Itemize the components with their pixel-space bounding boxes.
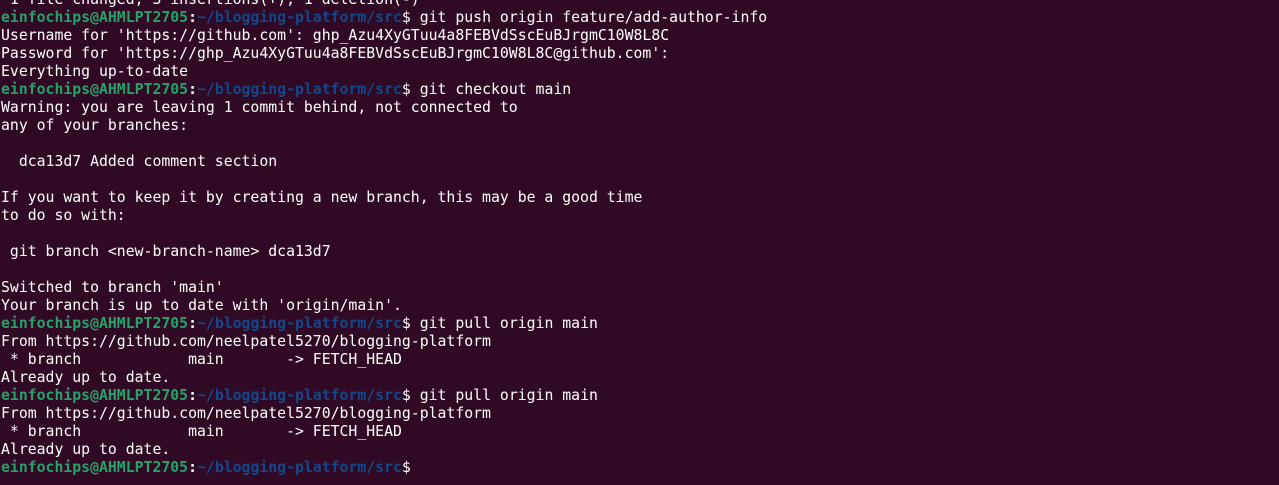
terminal-output[interactable]: 1 file changed, 3 insertions(+), 1 delet…	[1, 0, 1279, 477]
output-line: * branch main -> FETCH_HEAD	[1, 351, 1279, 369]
output-line: From https://github.com/neelpatel5270/bl…	[1, 405, 1279, 423]
prompt-user-host: einfochips@AHMLPT2705	[1, 9, 189, 26]
output-text: dca13d7 Added comment section	[1, 153, 278, 170]
output-line: Username for 'https://github.com': ghp_A…	[1, 27, 1279, 45]
output-text: Already up to date.	[1, 441, 171, 458]
output-line: to do so with:	[1, 207, 1279, 225]
output-line: Already up to date.	[1, 369, 1279, 387]
prompt-user-host: einfochips@AHMLPT2705	[1, 387, 189, 404]
prompt-separator: :	[188, 81, 197, 98]
prompt-path: ~/blogging-platform/src	[197, 315, 402, 332]
prompt-line: einfochips@AHMLPT2705:~/blogging-platfor…	[1, 81, 1279, 99]
output-line: Your branch is up to date with 'origin/m…	[1, 297, 1279, 315]
output-text: git branch <new-branch-name> dca13d7	[1, 243, 331, 260]
output-text: any of your branches:	[1, 117, 189, 134]
output-line: dca13d7 Added comment section	[1, 153, 1279, 171]
prompt-user-host: einfochips@AHMLPT2705	[1, 315, 189, 332]
command-text: git push origin feature/add-author-info	[410, 9, 768, 26]
output-text: Everything up-to-date	[1, 63, 189, 80]
prompt-user-host: einfochips@AHMLPT2705	[1, 459, 189, 476]
output-line: If you want to keep it by creating a new…	[1, 189, 1279, 207]
prompt-separator: :	[188, 9, 197, 26]
output-line: git branch <new-branch-name> dca13d7	[1, 243, 1279, 261]
prompt-dollar: $	[401, 9, 411, 26]
prompt-line: einfochips@AHMLPT2705:~/blogging-platfor…	[1, 387, 1279, 405]
output-line: From https://github.com/neelpatel5270/bl…	[1, 333, 1279, 351]
output-text: If you want to keep it by creating a new…	[1, 189, 643, 206]
prompt-path: ~/blogging-platform/src	[197, 9, 402, 26]
output-line: Warning: you are leaving 1 commit behind…	[1, 99, 1279, 117]
output-line: any of your branches:	[1, 117, 1279, 135]
output-line: Everything up-to-date	[1, 63, 1279, 81]
output-text: From https://github.com/neelpatel5270/bl…	[1, 405, 491, 422]
terminal-window[interactable]: 1 file changed, 3 insertions(+), 1 delet…	[0, 0, 1279, 485]
output-text: Your branch is up to date with 'origin/m…	[1, 297, 402, 314]
output-text: Switched to branch 'main'	[1, 279, 224, 296]
prompt-line: einfochips@AHMLPT2705:~/blogging-platfor…	[1, 315, 1279, 333]
prompt-dollar: $	[401, 81, 411, 98]
prompt-separator: :	[188, 315, 197, 332]
prompt-dollar: $	[401, 459, 411, 476]
prompt-path: ~/blogging-platform/src	[197, 387, 402, 404]
output-line: Switched to branch 'main'	[1, 279, 1279, 297]
prompt-line: einfochips@AHMLPT2705:~/blogging-platfor…	[1, 9, 1279, 27]
output-text: Password for 'https://ghp_Azu4XyGTuu4a8F…	[1, 45, 670, 62]
prompt-path: ~/blogging-platform/src	[197, 81, 402, 98]
command-text: git checkout main	[410, 81, 572, 98]
prompt-line: einfochips@AHMLPT2705:~/blogging-platfor…	[1, 459, 1279, 477]
output-text: From https://github.com/neelpatel5270/bl…	[1, 333, 491, 350]
output-text: Username for 'https://github.com': ghp_A…	[1, 27, 670, 44]
output-line: 1 file changed, 3 insertions(+), 1 delet…	[1, 0, 1279, 9]
output-text: * branch main -> FETCH_HEAD	[1, 423, 402, 440]
output-text: Already up to date.	[1, 369, 171, 386]
command-text: git pull origin main	[410, 315, 598, 332]
output-text: Warning: you are leaving 1 commit behind…	[1, 99, 518, 116]
output-line: Already up to date.	[1, 441, 1279, 459]
command-text: git pull origin main	[410, 387, 598, 404]
prompt-separator: :	[188, 387, 197, 404]
output-text: to do so with:	[1, 207, 126, 224]
output-line: * branch main -> FETCH_HEAD	[1, 423, 1279, 441]
output-line: Password for 'https://ghp_Azu4XyGTuu4a8F…	[1, 45, 1279, 63]
prompt-dollar: $	[401, 315, 411, 332]
prompt-path: ~/blogging-platform/src	[197, 459, 402, 476]
output-text: 1 file changed, 3 insertions(+), 1 delet…	[1, 0, 420, 8]
output-text: * branch main -> FETCH_HEAD	[1, 351, 402, 368]
prompt-dollar: $	[401, 387, 411, 404]
prompt-user-host: einfochips@AHMLPT2705	[1, 81, 189, 98]
prompt-separator: :	[188, 459, 197, 476]
